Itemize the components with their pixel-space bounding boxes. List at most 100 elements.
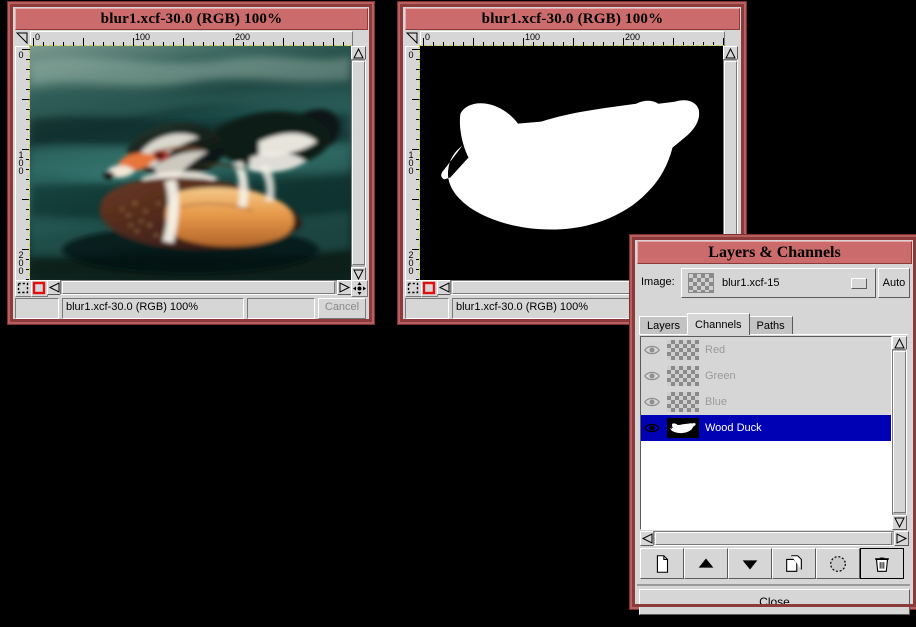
ruler-label: 100	[525, 32, 541, 42]
ruler-label-char: 0	[408, 266, 414, 276]
red-square-icon	[422, 281, 436, 295]
ruler-label-char: 0	[408, 166, 414, 176]
quickmask-off-button[interactable]	[15, 280, 32, 297]
channel-visibility-eye-icon[interactable]	[644, 422, 660, 434]
channel-to-selection-button[interactable]	[816, 548, 860, 579]
channel-name: Wood Duck	[705, 422, 762, 434]
status-progress-cell	[405, 298, 449, 319]
status-message-cell: blur1.xcf-30.0 (RGB) 100%	[62, 298, 244, 319]
channel-visibility-toggle[interactable]	[641, 422, 663, 434]
triangle-right-icon	[896, 533, 908, 544]
channel-row[interactable]: Red	[641, 337, 891, 363]
ruler-label-char: 0	[408, 50, 414, 60]
scroll-trough[interactable]	[60, 280, 339, 295]
ruler-label: 100	[407, 151, 415, 176]
scroll-thumb[interactable]	[893, 351, 906, 513]
status-message: blur1.xcf-30.0 (RGB) 100%	[66, 301, 199, 313]
channel-row[interactable]: Wood Duck	[641, 415, 891, 441]
dashed-square-icon	[407, 282, 419, 294]
ruler-label: 200	[235, 32, 251, 42]
channel-visibility-eye-icon[interactable]	[644, 370, 660, 382]
duplicate-channel-button[interactable]	[772, 548, 816, 579]
vertical-scrollbar[interactable]	[351, 46, 366, 282]
channel-list-hscrollbar[interactable]	[640, 531, 909, 546]
image-name: blur1.xcf-15	[722, 277, 780, 289]
cancel-button[interactable]: Cancel	[318, 298, 366, 319]
ruler-origin-button[interactable]	[15, 31, 30, 46]
channel-visibility-toggle[interactable]	[641, 370, 663, 382]
channel-to-selection-icon	[830, 555, 846, 572]
tab-layers[interactable]: Layers	[639, 316, 689, 335]
channel-thumbnail	[667, 340, 699, 360]
new-channel-button[interactable]	[640, 548, 684, 579]
navigation-button[interactable]	[351, 280, 368, 297]
lower-channel-icon	[742, 559, 758, 569]
ruler-label: 100	[17, 151, 25, 176]
scroll-thumb[interactable]	[655, 532, 892, 545]
channel-visibility-eye-icon[interactable]	[644, 396, 660, 408]
quickmask-on-button[interactable]	[31, 280, 48, 297]
scroll-thumb[interactable]	[352, 61, 365, 265]
delete-channel-icon	[875, 557, 889, 572]
ruler-label: 200	[17, 251, 25, 276]
triangle-down-icon	[894, 517, 905, 529]
move-cross-icon	[353, 282, 366, 295]
tab-separator	[639, 334, 908, 335]
ruler-label: 0	[407, 50, 415, 60]
channel-list[interactable]: Red Green Blue Wood Duck	[640, 336, 892, 530]
image-label: Image:	[641, 276, 675, 288]
scroll-trough[interactable]	[653, 531, 896, 546]
ruler-label-char: 0	[18, 166, 24, 176]
desktop-background: blur1.xcf-30.0 (RGB) 100% 0 100 200 0 1 0 0 2 0 0	[0, 0, 916, 627]
image-canvas[interactable]	[29, 45, 352, 281]
origin-arrow-icon	[15, 32, 28, 45]
canvas-area: 0 100 200 0 1 0 0 2 0 0	[15, 31, 368, 297]
ruler-label: 0	[17, 51, 25, 60]
raise-channel-button[interactable]	[684, 548, 728, 579]
lower-channel-button[interactable]	[728, 548, 772, 579]
close-button[interactable]: Close	[639, 589, 910, 615]
dialog-title-bar[interactable]: Layers & Channels	[637, 241, 912, 264]
image-option-menu[interactable]: blur1.xcf-15	[681, 268, 876, 298]
channel-row[interactable]: Green	[641, 363, 891, 389]
image-window-1[interactable]: blur1.xcf-30.0 (RGB) 100% 0 100 200 0 1 0 0 2 0 0	[8, 2, 374, 324]
channel-name: Green	[705, 370, 736, 382]
channel-visibility-toggle[interactable]	[641, 396, 663, 408]
horizontal-scrollbar[interactable]	[47, 280, 352, 295]
channel-toolbar	[640, 548, 907, 579]
channel-thumbnail	[667, 392, 699, 412]
raise-channel-icon	[698, 558, 714, 568]
scroll-down-arrow[interactable]	[892, 515, 907, 530]
layers-channels-dialog[interactable]: Layers & Channels Image: blur1.xcf-15 Auto L…	[630, 235, 916, 615]
channel-row[interactable]: Blue	[641, 389, 891, 415]
quickmask-on-button[interactable]	[421, 280, 438, 297]
channel-thumbnail	[667, 366, 699, 386]
status-progress-cell	[15, 298, 59, 319]
tab-channels[interactable]: Channels	[687, 313, 750, 335]
window-title-bar[interactable]: blur1.xcf-30.0 (RGB) 100%	[405, 8, 740, 30]
window-title-bar[interactable]: blur1.xcf-30.0 (RGB) 100%	[15, 8, 368, 30]
wood-duck-photo	[30, 46, 351, 280]
option-menu-indicator-icon	[851, 277, 867, 289]
scroll-right-arrow[interactable]	[894, 531, 909, 546]
ruler-label: 200	[407, 251, 415, 276]
status-message: blur1.xcf-30.0 (RGB) 100%	[456, 301, 589, 313]
scroll-trough[interactable]	[351, 59, 366, 269]
quickmask-off-button[interactable]	[405, 280, 422, 297]
dashed-square-icon	[17, 282, 29, 294]
scroll-trough[interactable]	[892, 349, 907, 517]
tab-paths[interactable]: Paths	[748, 316, 793, 335]
scroll-thumb[interactable]	[62, 281, 335, 294]
channel-visibility-eye-icon[interactable]	[644, 344, 660, 356]
delete-channel-button[interactable]	[860, 548, 904, 579]
scroll-right-arrow[interactable]	[337, 280, 352, 295]
ruler-origin-button[interactable]	[405, 31, 420, 46]
ruler-label-char: 0	[18, 266, 24, 276]
new-channel-icon	[656, 554, 669, 573]
channel-visibility-toggle[interactable]	[641, 344, 663, 356]
mask-thumbnail-icon	[668, 419, 698, 437]
ruler-label: 0	[425, 32, 431, 42]
channel-list-scrollbar[interactable]	[892, 336, 907, 530]
auto-button[interactable]: Auto	[878, 268, 910, 298]
image-thumbnail	[688, 273, 714, 293]
